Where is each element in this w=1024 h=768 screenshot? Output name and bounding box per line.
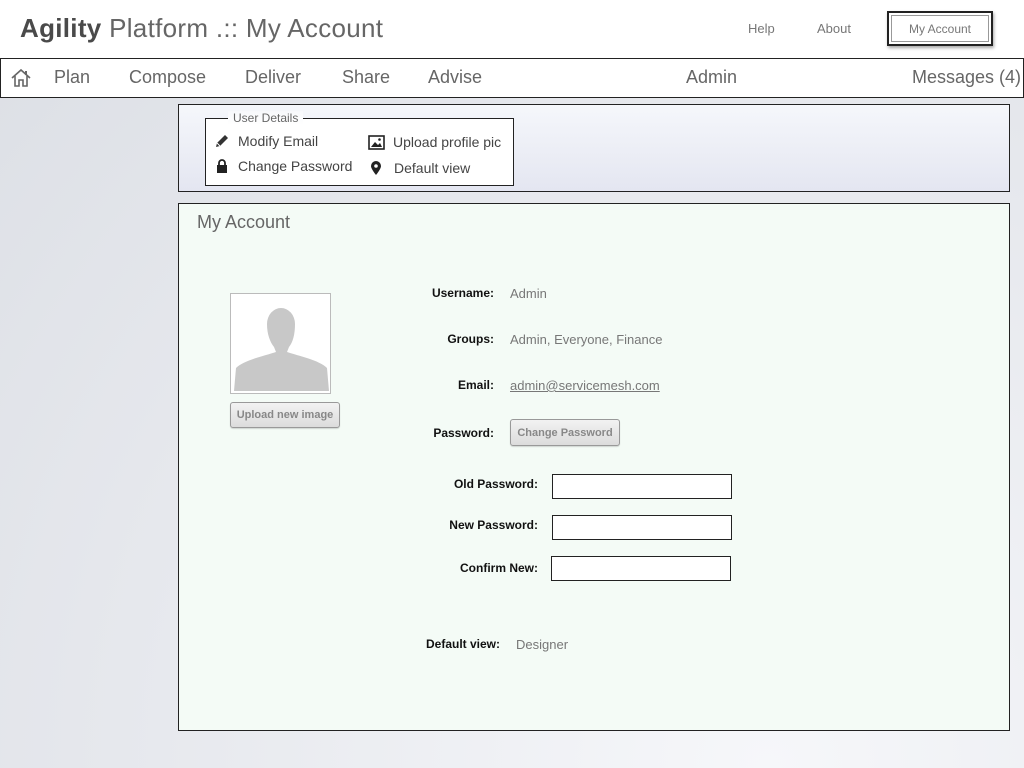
old-password-input[interactable] (552, 474, 732, 499)
new-password-input[interactable] (552, 515, 732, 540)
app-title: Agility Platform .:: My Account (20, 13, 383, 44)
about-link[interactable]: About (817, 21, 851, 36)
user-details-panel: User Details Modify Email Change Passwor… (178, 104, 1010, 192)
username-label: Username: (431, 286, 494, 300)
email-link[interactable]: admin@servicemesh.com (510, 378, 660, 393)
lock-icon (217, 159, 227, 173)
new-password-label: New Password: (449, 518, 538, 532)
default-view-link[interactable]: Default view (368, 160, 470, 176)
modify-email-label: Modify Email (238, 133, 319, 149)
main-nav: Plan Compose Deliver Share Advise Admin … (0, 58, 1024, 98)
nav-compose[interactable]: Compose (129, 67, 206, 88)
user-details-fieldset: User Details Modify Email Change Passwor… (205, 111, 514, 186)
app-header: Agility Platform .:: My Account Help Abo… (0, 0, 1024, 58)
help-link[interactable]: Help (748, 21, 775, 36)
username-value: Admin (510, 286, 547, 301)
pencil-icon (216, 135, 228, 147)
default-view-label: Default view (394, 160, 471, 176)
user-details-legend: User Details (228, 111, 304, 125)
my-account-panel: My Account Upload new image Username: Ad… (178, 203, 1010, 731)
home-icon[interactable] (10, 67, 32, 89)
nav-admin[interactable]: Admin (686, 67, 737, 88)
groups-value: Admin, Everyone, Finance (510, 332, 663, 347)
user-silhouette-icon (231, 294, 330, 393)
upload-profile-pic-link[interactable]: Upload profile pic (368, 134, 501, 150)
password-label: Password: (433, 426, 494, 440)
default-view-field-label: Default view: (425, 637, 500, 651)
change-password-link[interactable]: Change Password (214, 158, 352, 174)
confirm-new-input[interactable] (551, 556, 731, 581)
modify-email-link[interactable]: Modify Email (214, 133, 318, 149)
map-pin-icon (371, 161, 381, 175)
panel-title: My Account (197, 212, 291, 232)
nav-deliver[interactable]: Deliver (245, 67, 301, 88)
my-account-button[interactable]: My Account (887, 11, 993, 46)
change-password-button[interactable]: Change Password (510, 419, 620, 446)
confirm-new-label: Confirm New: (460, 561, 538, 575)
upload-new-image-button[interactable]: Upload new image (230, 402, 340, 428)
email-label: Email: (457, 378, 494, 392)
old-password-label: Old Password: (453, 477, 538, 491)
brand-name: Agility (20, 13, 102, 43)
upload-profile-pic-label: Upload profile pic (393, 134, 502, 150)
nav-share[interactable]: Share (342, 67, 390, 88)
nav-messages[interactable]: Messages (4) (912, 67, 1021, 88)
nav-advise[interactable]: Advise (428, 67, 482, 88)
page-title: Platform .:: My Account (109, 13, 384, 43)
nav-plan[interactable]: Plan (54, 67, 90, 88)
change-password-label: Change Password (238, 158, 353, 174)
default-view-value: Designer (516, 637, 569, 652)
groups-label: Groups: (447, 332, 494, 346)
avatar (230, 293, 331, 394)
image-icon (368, 134, 385, 150)
